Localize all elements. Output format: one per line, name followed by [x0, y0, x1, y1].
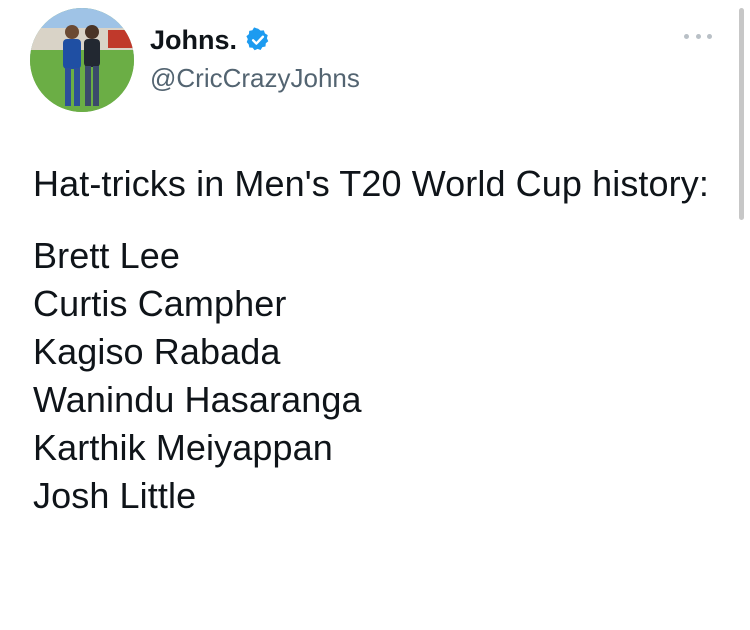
dot-icon [707, 33, 712, 39]
tweet-card: Johns. @CricCrazyJohns Hat-tricks in Men… [0, 0, 750, 630]
author-avatar[interactable] [30, 8, 134, 112]
dot-icon [684, 33, 689, 39]
list-item: Josh Little [33, 475, 197, 516]
list-item: Kagiso Rabada [33, 331, 281, 372]
avatar-photo-icon [30, 8, 134, 112]
list-item: Karthik Meiyappan [33, 427, 333, 468]
list-item: Wanindu Hasaranga [33, 379, 362, 420]
name-row: Johns. [150, 22, 360, 58]
more-options-icon[interactable] [684, 30, 712, 42]
tweet-intro-text: Hat-tricks in Men's T20 World Cup histor… [33, 163, 709, 204]
scrollbar[interactable] [739, 8, 744, 220]
dot-icon [695, 33, 701, 39]
author-display-name[interactable]: Johns. [150, 22, 237, 58]
author-info: Johns. @CricCrazyJohns [150, 22, 360, 96]
list-item: Curtis Campher [33, 283, 287, 324]
player-list: Brett Lee Curtis Campher Kagiso Rabada W… [33, 232, 713, 520]
author-handle[interactable]: @CricCrazyJohns [150, 60, 360, 96]
verified-badge-icon [246, 27, 269, 51]
list-item: Brett Lee [33, 235, 180, 276]
tweet-body: Hat-tricks in Men's T20 World Cup histor… [33, 160, 713, 520]
